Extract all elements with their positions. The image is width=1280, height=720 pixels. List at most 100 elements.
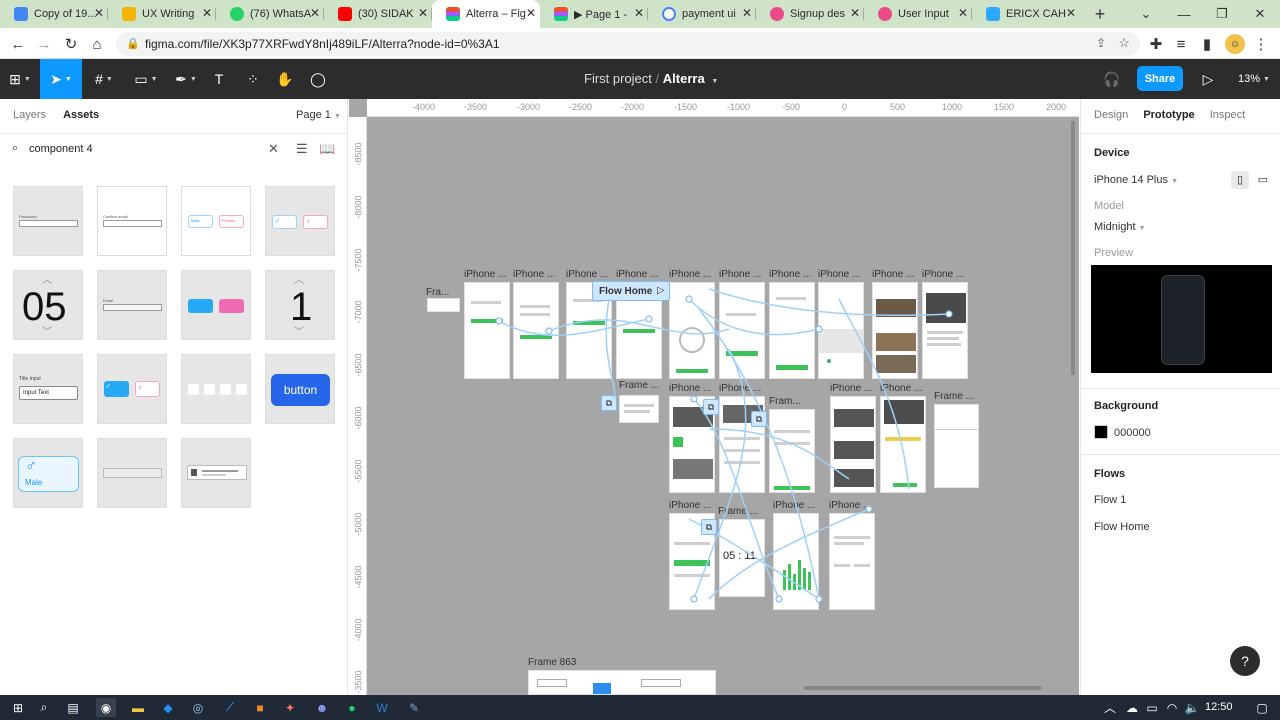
connection-node[interactable] (815, 325, 823, 333)
asset-gender-toggle[interactable]: Male Female (181, 186, 251, 256)
minimize-icon[interactable]: — (1165, 0, 1203, 28)
frame-tool-icon[interactable]: # ▼ (84, 59, 124, 99)
search-icon[interactable]: ⌕ (34, 698, 54, 717)
browser-tab[interactable]: Signup des ✕ (756, 0, 864, 28)
app-icon[interactable]: ■ (250, 698, 270, 717)
shape-tool-icon[interactable]: ▭ ▼ (126, 59, 166, 99)
app-icon[interactable]: ⟋ (220, 698, 240, 717)
address-bar[interactable]: 🔒 figma.com/file/XK3p77XRFwdY8nIj489iLF/… (116, 32, 1140, 56)
frame-label[interactable]: Frame 863 (528, 657, 576, 668)
connection-node[interactable] (775, 595, 783, 603)
connection-node[interactable] (815, 595, 823, 603)
connection-node[interactable] (685, 295, 693, 303)
file-name[interactable]: Alterra (663, 71, 705, 86)
spotify-icon[interactable]: ● (342, 698, 362, 717)
asset-password-field[interactable]: Password (13, 186, 83, 256)
asset-male-card[interactable]: ♂ Male (13, 438, 83, 508)
page-selector[interactable]: Page 1 ▼ (296, 109, 341, 121)
clock-time[interactable]: 12:50 (1205, 701, 1233, 713)
bookmark-star-icon[interactable]: ☆ (1118, 35, 1130, 51)
asset-info-row[interactable] (181, 438, 251, 508)
extensions-icon[interactable]: ✚ (1146, 34, 1166, 54)
share-button[interactable]: Share (1137, 66, 1183, 91)
asset-otp-boxes[interactable] (181, 354, 251, 424)
volume-icon[interactable]: 🔈 (1182, 698, 1202, 717)
browser-tab-active[interactable]: Alterra – Fig ✕ (432, 0, 540, 28)
close-tab-icon[interactable]: ✕ (634, 6, 644, 20)
background-hex[interactable]: 000000 (1114, 427, 1151, 439)
zoom-level[interactable]: 13% ▼ (1234, 59, 1274, 99)
pen-tool-icon[interactable]: ✒ ▼ (166, 59, 206, 99)
frame-863[interactable] (528, 670, 716, 695)
tab-layers[interactable]: Layers (13, 109, 46, 121)
browser-tab[interactable]: UX Writing ✕ (108, 0, 216, 28)
media-control-icon[interactable]: ≡ (1171, 34, 1191, 54)
connection-node[interactable] (690, 395, 698, 403)
device-select[interactable]: iPhone 14 Plus ▼ (1094, 174, 1178, 186)
comment-tool-icon[interactable]: ◯ (305, 59, 331, 99)
clear-search-icon[interactable]: ✕ (268, 141, 279, 157)
profile-avatar[interactable]: ☺ (1225, 34, 1245, 54)
asset-gender-toggle-b[interactable]: ♂ ♀ (265, 186, 335, 256)
browser-tab[interactable]: payment ui ✕ (648, 0, 756, 28)
background-swatch[interactable] (1094, 425, 1108, 439)
new-tab-button[interactable]: + (1086, 0, 1114, 28)
close-tab-icon[interactable]: ✕ (742, 6, 752, 20)
resources-icon[interactable]: ⁘ (240, 59, 266, 99)
steam-icon[interactable]: ◎ (188, 698, 208, 717)
browser-tab[interactable]: ERICX CAH ✕ (972, 0, 1080, 28)
tab-inspect[interactable]: Inspect (1210, 109, 1245, 121)
file-title[interactable]: First project / Alterra ▼ (584, 71, 718, 86)
interaction-icon[interactable]: ⧉ (703, 399, 719, 415)
word-icon[interactable]: W (372, 698, 392, 717)
chrome-taskbar-icon[interactable]: ◉ (96, 698, 116, 717)
connection-node[interactable] (690, 595, 698, 603)
model-select[interactable]: Midnight ▼ (1094, 221, 1146, 233)
browser-tab[interactable]: (76) WhatsA ✕ (216, 0, 324, 28)
tab-design[interactable]: Design (1094, 109, 1128, 121)
connection-node[interactable] (545, 327, 553, 335)
asset-number-picker-05[interactable]: ︿ 05 ﹀ (13, 270, 83, 340)
project-name[interactable]: First project (584, 71, 652, 86)
close-tab-icon[interactable]: ✕ (310, 6, 320, 20)
main-menu-icon[interactable]: ⊞ ▼ (0, 59, 40, 99)
headphones-icon[interactable]: 🎧 (1100, 59, 1124, 99)
horizontal-scrollbar[interactable] (804, 686, 1042, 690)
connection-node[interactable] (645, 315, 653, 323)
library-book-icon[interactable]: 📖 (319, 141, 335, 157)
list-view-icon[interactable]: ☰ (296, 141, 308, 157)
asset-email-field[interactable]: Email (97, 270, 167, 340)
help-button[interactable]: ? (1230, 646, 1260, 676)
side-panel-icon[interactable]: ▮ (1197, 34, 1217, 54)
menu-kebab-icon[interactable]: ⋮ (1251, 34, 1271, 54)
close-tab-icon[interactable]: ✕ (850, 6, 860, 20)
file-explorer-icon[interactable]: ▬ (128, 698, 148, 717)
flow-item[interactable]: Flow 1 (1094, 494, 1126, 506)
close-tab-icon[interactable]: ✕ (202, 6, 212, 20)
reload-icon[interactable]: ↻ (61, 34, 81, 54)
asset-title-input[interactable]: Title Input Input Text (13, 354, 83, 424)
portrait-icon[interactable]: ▯ (1231, 171, 1249, 189)
vscode-icon[interactable]: ◆ (158, 698, 178, 717)
browser-tab[interactable]: Copy of 19... ✕ (0, 0, 108, 28)
hand-tool-icon[interactable]: ✋ (272, 59, 298, 99)
share-page-icon[interactable]: ⇪ (1096, 36, 1106, 50)
asset-confirm-email[interactable]: Confirm email (97, 186, 167, 256)
vertical-scrollbar[interactable] (1071, 121, 1075, 375)
asset-dropdown[interactable] (97, 438, 167, 508)
back-icon[interactable]: ← (8, 34, 28, 54)
present-play-icon[interactable]: ▷ (1197, 59, 1219, 99)
close-tab-icon[interactable]: ✕ (94, 6, 104, 20)
figma-taskbar-icon[interactable]: ✦ (280, 698, 300, 717)
task-view-icon[interactable]: ▤ (63, 698, 83, 717)
design-canvas[interactable]: -4000 -3500 -3000 -2500 -2000 -1500 -100… (349, 99, 1079, 695)
close-tab-icon[interactable]: ✕ (958, 6, 968, 20)
interaction-icon[interactable]: ⧉ (701, 519, 717, 535)
asset-gender-toggle-c[interactable]: ♂ ♀ (97, 354, 167, 424)
weather-icon[interactable]: ☁ (1122, 698, 1142, 717)
connection-node[interactable] (495, 317, 503, 325)
tab-assets[interactable]: Assets (63, 109, 99, 121)
wifi-icon[interactable]: ◠ (1162, 698, 1182, 717)
close-tab-icon[interactable]: ✕ (1066, 6, 1076, 20)
notification-icon[interactable]: ▢ (1252, 698, 1272, 717)
